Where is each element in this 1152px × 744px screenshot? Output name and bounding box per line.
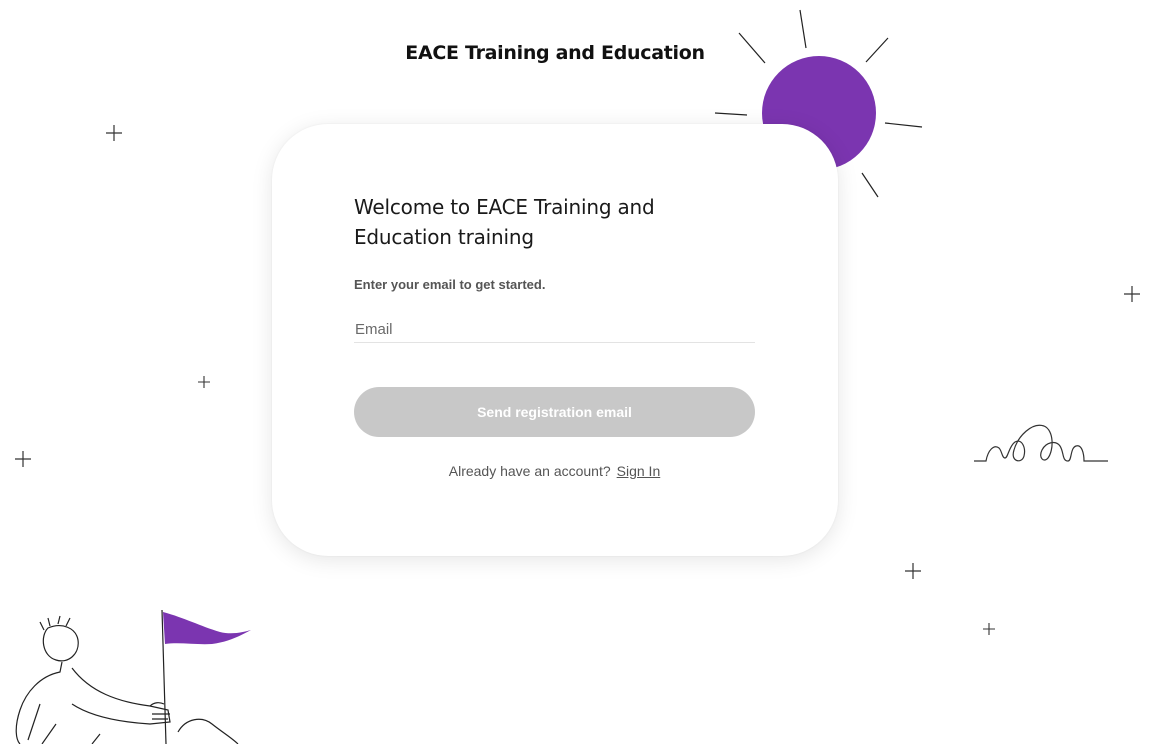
signin-prompt: Already have an account?	[448, 463, 611, 479]
email-field[interactable]	[354, 317, 755, 343]
signin-link[interactable]: Sign In	[617, 463, 661, 479]
plus-sparkle-icon	[198, 376, 210, 388]
person-with-flag-illustration	[15, 609, 251, 744]
plus-sparkle-icon	[15, 451, 31, 467]
instruction-text: Enter your email to get started.	[354, 277, 546, 292]
welcome-heading: Welcome to EACE Training and Education t…	[354, 195, 655, 249]
login-card: Welcome to EACE Training and Education t…	[272, 124, 838, 556]
signin-row: Already have an account? Sign In	[354, 463, 755, 479]
brand-title: EACE Training and Education	[405, 42, 705, 64]
plus-sparkle-icon	[983, 623, 995, 635]
send-registration-button[interactable]: Send registration email	[354, 387, 755, 437]
plus-sparkle-icon	[1124, 286, 1140, 302]
plus-sparkle-icon	[106, 125, 122, 141]
plus-sparkle-icon	[905, 563, 921, 579]
squiggle-line-icon	[974, 424, 1108, 462]
